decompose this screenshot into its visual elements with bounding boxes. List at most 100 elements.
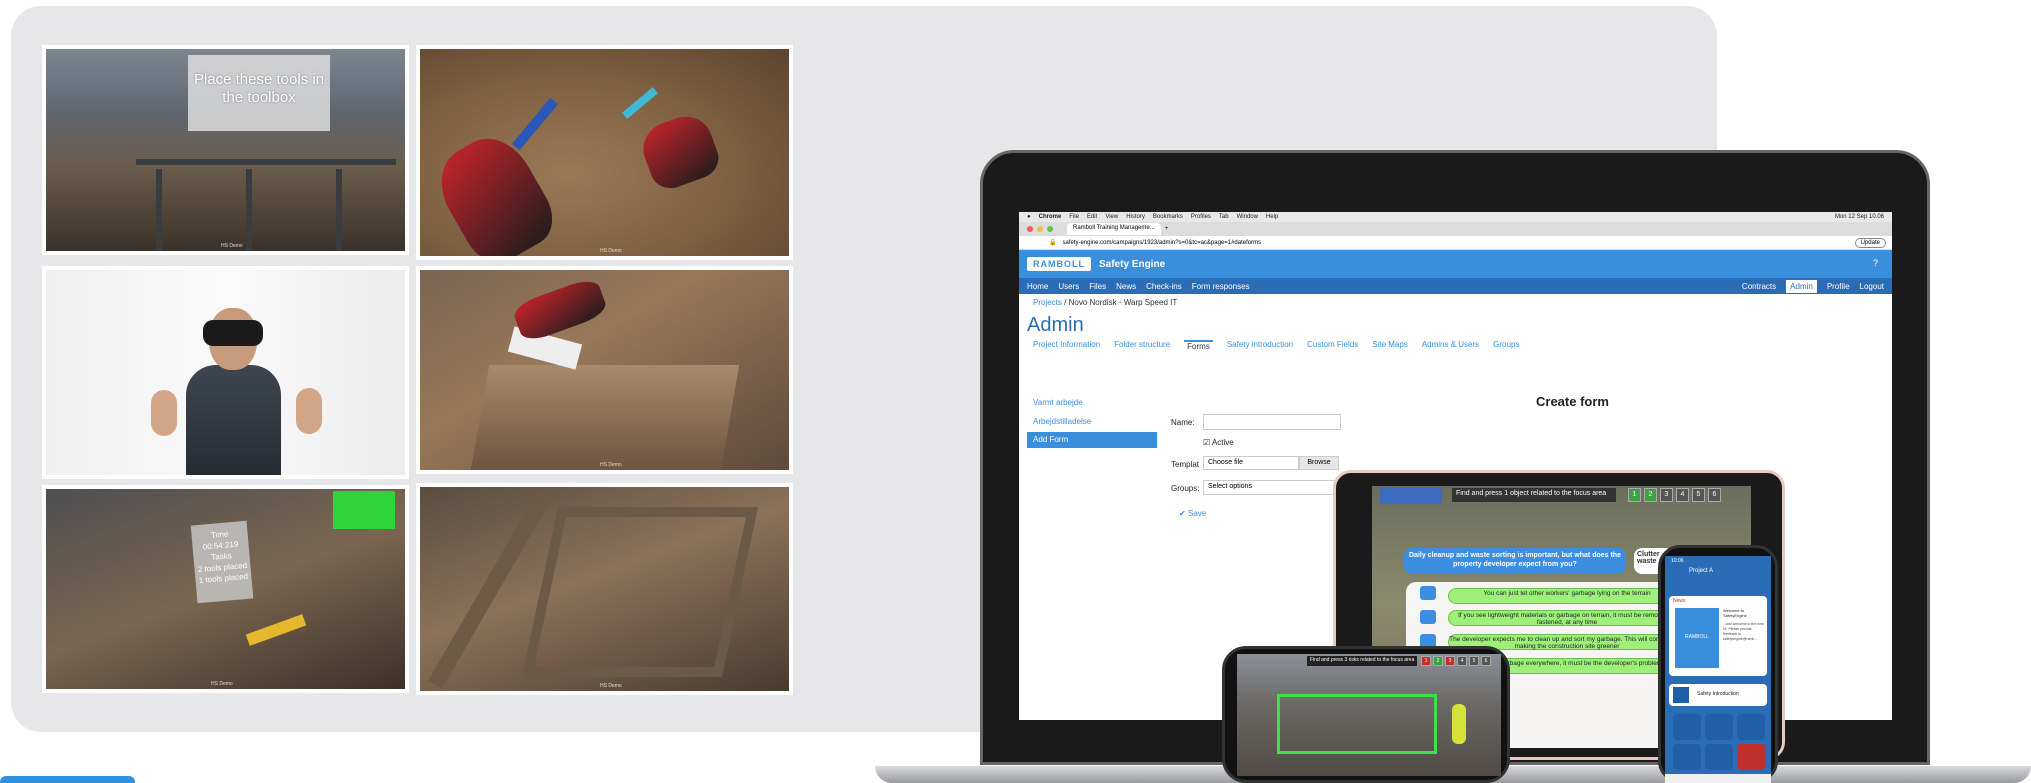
checkin-icon[interactable]: [1673, 714, 1701, 740]
vr-screenshot-empty-box: HS Demo: [416, 483, 793, 695]
tab-site-maps[interactable]: Site Maps: [1372, 340, 1408, 351]
tab-groups[interactable]: Groups: [1493, 340, 1519, 351]
new-tab-icon[interactable]: +: [1165, 226, 1169, 232]
browse-button[interactable]: Browse: [1299, 456, 1339, 470]
add-form-button[interactable]: Add Form: [1027, 432, 1157, 448]
game-badge: [1380, 488, 1442, 504]
tab-admins-users[interactable]: Admins & Users: [1422, 340, 1479, 351]
nav-admin[interactable]: Admin: [1786, 279, 1817, 293]
qr-checkin-icon[interactable]: [1705, 714, 1733, 740]
vr-screenshot-timer: Time 00:54:219 Tasks 2 tools placed 1 to…: [42, 485, 409, 693]
name-label: Name:: [1171, 418, 1195, 427]
forms-icon[interactable]: [1737, 714, 1765, 740]
emergency-sos-icon[interactable]: [1737, 744, 1765, 770]
marketing-composite: Place these tools in the toolbox HS Demo…: [0, 0, 2031, 783]
nav-news[interactable]: News: [1116, 282, 1136, 291]
app-header: RAMBOLL Safety Engine ?: [1019, 250, 1892, 278]
play-icon: [1673, 687, 1689, 703]
update-button[interactable]: Update: [1854, 238, 1886, 248]
nav-users[interactable]: Users: [1058, 282, 1079, 291]
lock-icon: 🔒: [1049, 240, 1057, 246]
watermark: HS Demo: [211, 681, 233, 687]
news-body: ...and welcome to the new UI. Please pro…: [1723, 622, 1764, 641]
tab-folder-structure[interactable]: Folder structure: [1114, 340, 1170, 351]
vr-caption: Place these tools in the toolbox: [188, 55, 330, 131]
brand-accent-bar: [0, 776, 135, 783]
nav-files[interactable]: Files: [1089, 282, 1106, 291]
tab-safety-introduction[interactable]: Safety introduction: [1227, 340, 1293, 351]
answer-1[interactable]: You can just let other workers' garbage …: [1448, 588, 1686, 604]
maximize-window-icon[interactable]: [1047, 226, 1053, 232]
tab-project-information[interactable]: Project Information: [1033, 340, 1100, 351]
active-checkbox[interactable]: ☑ Active: [1203, 438, 1234, 447]
news-label: News: [1673, 598, 1686, 604]
vr-screenshot-hands-tools: HS Demo: [416, 45, 793, 260]
phone-portrait-screen: 10:06 Project A News RAMBOLL Welcome to …: [1665, 556, 1771, 783]
ramboll-logo: RAMBOLL: [1027, 257, 1091, 271]
thumbs-down-icon: [1420, 610, 1436, 624]
counter-2: 2: [1644, 488, 1657, 502]
menu-chrome[interactable]: Chrome: [1039, 214, 1062, 220]
nav-logout[interactable]: Logout: [1860, 282, 1884, 291]
bottom-nav: [1665, 774, 1771, 783]
menubar-clock: Mon 12 Sep 10.06: [1834, 214, 1884, 220]
tab-custom-fields[interactable]: Custom Fields: [1307, 340, 1358, 351]
menu-view[interactable]: View: [1105, 214, 1118, 220]
counter-1: 1: [1421, 656, 1431, 666]
save-button[interactable]: ✔ Save: [1179, 509, 1206, 518]
nav-contracts[interactable]: Contracts: [1742, 282, 1776, 291]
nav-check-ins[interactable]: Check-ins: [1146, 282, 1182, 291]
breadcrumb-current: Novo Nordisk - Warp Speed IT: [1068, 298, 1178, 307]
menu-edit[interactable]: Edit: [1087, 214, 1097, 220]
question-bubble: Daily cleanup and waste sorting is impor…: [1404, 548, 1626, 574]
menu-file[interactable]: File: [1069, 214, 1079, 220]
files-icon[interactable]: [1673, 744, 1701, 770]
nav-home[interactable]: Home: [1027, 282, 1048, 291]
tab-forms[interactable]: Forms: [1184, 340, 1213, 351]
name-input[interactable]: [1203, 414, 1341, 430]
safety-intro-card[interactable]: Safety Introduction: [1669, 684, 1767, 706]
safety-intro-label: Safety Introduction: [1697, 691, 1739, 697]
photo-man-vr-headset: [42, 266, 409, 479]
groups-select[interactable]: Select options: [1203, 480, 1341, 495]
nav-profile[interactable]: Profile: [1827, 282, 1850, 291]
highlight-frame[interactable]: [1277, 694, 1437, 754]
nav-form-responses[interactable]: Form responses: [1192, 282, 1250, 291]
breadcrumb-projects[interactable]: Projects: [1033, 298, 1062, 307]
save-label: Save: [1187, 509, 1207, 518]
phone-landscape-screen: Find and press 3 risks related to the fo…: [1237, 654, 1501, 776]
mac-menubar: ● Chrome File Edit View History Bookmark…: [1019, 212, 1892, 222]
groups-label: Groups:: [1171, 484, 1200, 493]
admin-subtabs: Project Information Folder structure For…: [1033, 340, 1519, 351]
counter-5: 5: [1692, 488, 1705, 502]
watermark: HS Demo: [600, 462, 622, 468]
counter-4: 4: [1676, 488, 1689, 502]
address-bar[interactable]: 🔒 safety-engine.com/campaigns/1923/admin…: [1019, 236, 1892, 250]
news-card[interactable]: News RAMBOLL Welcome to SafetyEngine ...…: [1669, 596, 1767, 676]
counter-3: 3: [1445, 656, 1455, 666]
counter-3: 3: [1660, 488, 1673, 502]
maps-icon[interactable]: [1705, 744, 1733, 770]
vr-screenshot-site: Place these tools in the toolbox HS Demo: [42, 45, 409, 255]
page-title: Admin: [1027, 314, 1084, 336]
menu-profiles[interactable]: Profiles: [1191, 214, 1211, 220]
menu-help[interactable]: Help: [1266, 214, 1278, 220]
close-window-icon[interactable]: [1027, 226, 1033, 232]
sidebar-form-arbejdstilladelse[interactable]: Arbejdstilladelse: [1033, 417, 1091, 426]
template-label: Templat: [1171, 460, 1200, 469]
vr-screenshot-toolbox: HS Demo: [416, 266, 793, 474]
menu-tab[interactable]: Tab: [1219, 214, 1229, 220]
help-icon[interactable]: ?: [1873, 258, 1878, 268]
browser-tabbar: Ramboll Training Manageme... +: [1019, 222, 1892, 236]
minimize-window-icon[interactable]: [1037, 226, 1043, 232]
sidebar-form-varmt-arbejde[interactable]: Varmt arbejde: [1033, 398, 1083, 407]
worker-figure[interactable]: [1452, 704, 1466, 744]
vr-headset-icon: [203, 320, 263, 346]
menu-bookmarks[interactable]: Bookmarks: [1153, 214, 1183, 220]
choose-file-input[interactable]: Choose file: [1203, 456, 1299, 470]
browser-tab[interactable]: Ramboll Training Manageme...: [1067, 223, 1161, 235]
url-text: safety-engine.com/campaigns/1923/admin?s…: [1062, 239, 1262, 246]
answer-2[interactable]: If you see lightweight materials or garb…: [1448, 610, 1686, 626]
menu-history[interactable]: History: [1126, 214, 1145, 220]
menu-window[interactable]: Window: [1237, 214, 1258, 220]
